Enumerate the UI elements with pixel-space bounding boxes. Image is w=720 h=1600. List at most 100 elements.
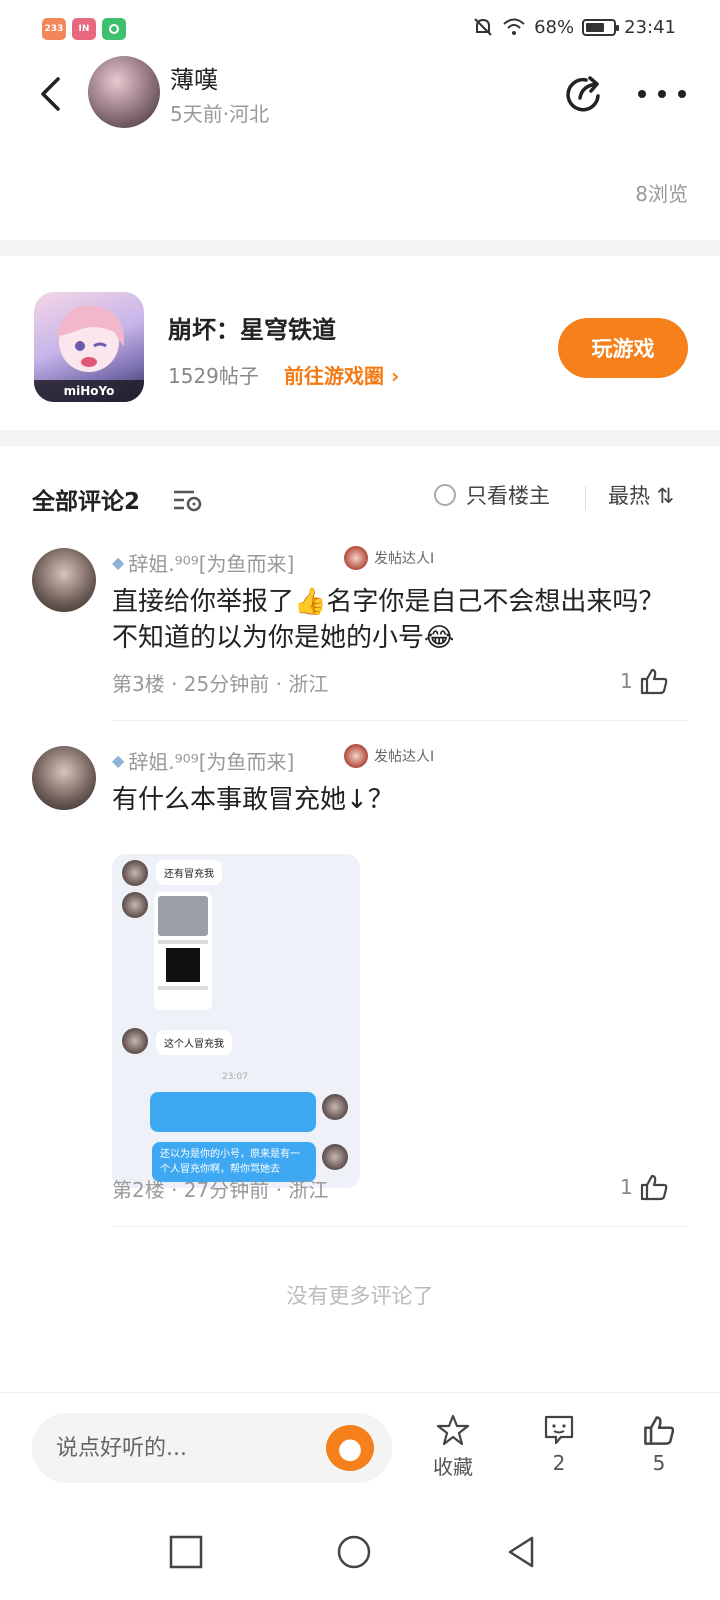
sort-button[interactable]: 最热 ⇅ [608,480,674,510]
battery-icon [582,18,620,36]
system-back-button[interactable] [504,1534,540,1570]
chat-message: 这个人冒充我 [156,1030,232,1055]
only-op-label: 只看楼主 [466,484,550,508]
author-meta: 5天前·河北 [170,102,270,126]
like-button[interactable]: 5 [624,1413,694,1475]
badge: 发帖达人I [344,546,434,570]
triangle-back-icon [508,1536,534,1568]
home-button[interactable] [336,1534,372,1570]
commenter-avatar[interactable] [32,548,96,612]
thumbs-up-icon [644,1416,675,1445]
dot-icon [678,90,686,98]
wifi-icon [503,18,525,35]
mute-bell-icon [474,18,492,36]
notification-icons: 233 IN [42,18,126,40]
game-card[interactable]: miHoYo 崩坏：星穹铁道 1529帖子 前往游戏圈 › 玩游戏 [0,262,720,438]
dot-icon [658,90,666,98]
badge-icon [344,744,368,768]
battery-percent: 68% [534,16,575,38]
mascot-icon[interactable] [326,1425,374,1471]
chat-avatar [322,1144,348,1170]
play-game-button[interactable]: 玩游戏 [558,318,688,378]
badge-icon [344,546,368,570]
status-bar: 233 IN 68% 23:41 [0,0,720,56]
comment-input[interactable] [56,1413,296,1483]
comment-like-button[interactable]: 1 [620,666,669,696]
status-right: 68% 23:41 [472,16,676,38]
dot-icon [638,90,646,98]
system-nav-bar [0,1500,720,1600]
camera-app-icon [102,18,126,40]
like-count: 1 [620,669,633,693]
post-header: 薄嘆 5天前·河北 [0,56,720,146]
app-in-icon: IN [72,18,96,40]
divider [585,486,586,510]
badge-label: 发帖达人I [374,749,435,765]
commenter-name-text: 辞姐.⁹⁰⁹[为鱼而来] [128,552,295,576]
nested-screenshot [154,892,212,1010]
commenter-avatar[interactable] [32,746,96,810]
comment-input-box[interactable] [32,1413,392,1483]
chat-avatar [322,1094,348,1120]
battery-level [586,22,604,32]
commenter-name[interactable]: ◆ 辞姐.⁹⁰⁹[为鱼而来] [112,746,294,775]
app-233-icon: 233 [42,18,66,40]
radio-icon [434,484,456,506]
only-op-toggle[interactable]: 只看楼主 [434,480,550,510]
chat-avatar [122,892,148,918]
comment-button[interactable]: 2 [524,1413,594,1475]
no-more-comments: 没有更多评论了 [286,1284,434,1308]
commenter-name[interactable]: ◆ 辞姐.⁹⁰⁹[为鱼而来] [112,548,294,577]
comment-divider [112,720,688,721]
section-divider [0,430,720,446]
view-count: 8浏览 [635,182,688,206]
comment-meta: 第2楼 · 27分钟前 · 浙江 [112,1178,329,1202]
clock: 23:41 [624,16,676,38]
comments-title: 全部评论2 [32,489,141,515]
comment-text: 有什么本事敢冒充她↓？ [112,785,394,815]
like-count: 5 [652,1451,666,1475]
share-icon [566,76,600,112]
bottom-action-bar: 收藏 2 5 [0,1392,720,1492]
comment-count: 2 [552,1451,566,1475]
favorite-label: 收藏 [433,1455,473,1479]
comment-like-button[interactable]: 1 [620,1172,669,1202]
share-button[interactable] [562,72,606,116]
fish-icon: ◆ [112,751,125,770]
author-avatar[interactable] [88,56,160,128]
thumbs-up-icon [640,668,668,695]
chat-avatar [122,860,148,886]
game-circle-link[interactable]: 前往游戏圈 › [284,360,399,389]
commenter-name-text: 辞姐.⁹⁰⁹[为鱼而来] [128,750,295,774]
chat-timestamp: 23:07 [222,1072,248,1082]
filter-icon[interactable] [172,486,204,514]
game-logo: miHoYo [34,380,144,402]
back-button[interactable] [30,74,70,114]
chat-message-blurred [150,1092,316,1132]
chevron-left-icon [41,77,60,111]
recent-apps-button[interactable] [168,1534,204,1570]
comment-meta: 第3楼 · 25分钟前 · 浙江 [112,672,329,696]
section-divider [0,240,720,256]
badge-label: 发帖达人I [374,551,435,567]
game-title[interactable]: 崩坏：星穹铁道 [168,310,336,345]
comment-divider [112,1226,688,1227]
circle-icon [337,1535,371,1569]
comment-text: 直接给你举报了👍名字你是自己不会想出来吗？不知道的以为你是她的小号😂 [112,587,665,653]
comment-image[interactable]: 还有冒充我 这个人冒充我 23:07 还以为是你的小号，原来是有一个人冒充你啊，… [112,854,360,1188]
more-button[interactable] [638,72,686,116]
thumbs-up-icon [640,1174,668,1201]
game-icon[interactable]: miHoYo [34,292,144,402]
star-icon [436,1414,470,1446]
game-post-count: 1529帖子 [168,364,259,388]
chat-message: 还有冒充我 [156,860,222,885]
square-icon [169,1535,203,1569]
favorite-button[interactable]: 收藏 [418,1413,488,1480]
like-count: 1 [620,1175,633,1199]
comment-bubble-icon [544,1415,574,1445]
author-name[interactable]: 薄嘆 [170,60,218,95]
comments-header: 全部评论2 只看楼主 最热 ⇅ [0,468,720,528]
badge: 发帖达人I [344,744,434,768]
chat-avatar [122,1028,148,1054]
fish-icon: ◆ [112,553,125,572]
